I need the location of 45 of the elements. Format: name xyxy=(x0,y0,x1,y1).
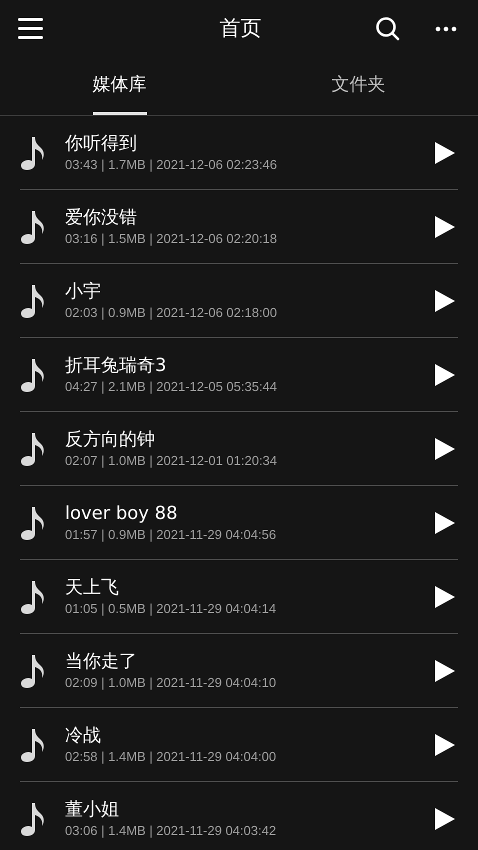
play-icon[interactable] xyxy=(434,658,456,682)
play-icon[interactable] xyxy=(434,362,456,386)
song-details: 03:16 | 1.5MB | 2021-12-06 02:20:18 xyxy=(65,230,278,248)
music-note-icon xyxy=(20,356,46,392)
song-details: 02:03 | 0.9MB | 2021-12-06 02:18:00 xyxy=(65,304,278,322)
song-title: 冷战 xyxy=(65,724,102,748)
play-icon[interactable] xyxy=(434,288,456,312)
song-details: 02:58 | 1.4MB | 2021-11-29 04:04:00 xyxy=(65,748,278,766)
music-note-icon xyxy=(20,578,46,614)
play-icon[interactable] xyxy=(434,510,456,534)
song-title: 当你走了 xyxy=(65,650,138,674)
music-note-icon xyxy=(20,504,46,540)
song-details: 03:06 | 1.4MB | 2021-11-29 04:03:42 xyxy=(65,822,278,840)
search-icon[interactable] xyxy=(375,16,401,42)
music-note-icon xyxy=(20,208,46,244)
play-icon[interactable] xyxy=(434,214,456,238)
music-note-icon xyxy=(20,282,46,318)
song-details: 02:07 | 1.0MB | 2021-12-01 01:20:34 xyxy=(65,452,278,470)
play-icon[interactable] xyxy=(434,732,456,756)
song-title: 小宇 xyxy=(65,280,102,304)
song-details: 01:05 | 0.5MB | 2021-11-29 04:04:14 xyxy=(65,600,278,618)
song-details: 02:09 | 1.0MB | 2021-11-29 04:04:10 xyxy=(65,674,278,692)
song-title: 反方向的钟 xyxy=(65,428,156,452)
more-icon[interactable] xyxy=(435,26,457,32)
music-note-icon xyxy=(20,430,46,466)
tab[interactable]: 文件夹 xyxy=(332,57,386,115)
play-icon[interactable] xyxy=(434,806,456,830)
song-title: 董小姐 xyxy=(65,798,120,822)
song-title: 天上飞 xyxy=(65,576,120,600)
play-icon[interactable] xyxy=(434,584,456,608)
song-details: 04:27 | 2.1MB | 2021-12-05 05:35:44 xyxy=(65,378,278,396)
song-title: 爱你没错 xyxy=(65,206,138,230)
music-note-icon xyxy=(20,800,46,836)
song-details: 01:57 | 0.9MB | 2021-11-29 04:04:56 xyxy=(65,526,278,544)
play-icon[interactable] xyxy=(434,436,456,460)
music-note-icon xyxy=(20,652,46,688)
music-note-icon xyxy=(20,726,46,762)
music-note-icon xyxy=(20,134,46,170)
page-title: 首页 xyxy=(220,14,262,42)
song-title: 折耳兔瑞奇3 xyxy=(65,354,168,378)
tab[interactable]: 媒体库 xyxy=(92,57,146,115)
song-title: lover boy 88 xyxy=(65,502,179,526)
song-title: 你听得到 xyxy=(65,132,138,156)
song-details: 03:43 | 1.7MB | 2021-12-06 02:23:46 xyxy=(65,156,278,174)
play-icon[interactable] xyxy=(434,140,456,164)
